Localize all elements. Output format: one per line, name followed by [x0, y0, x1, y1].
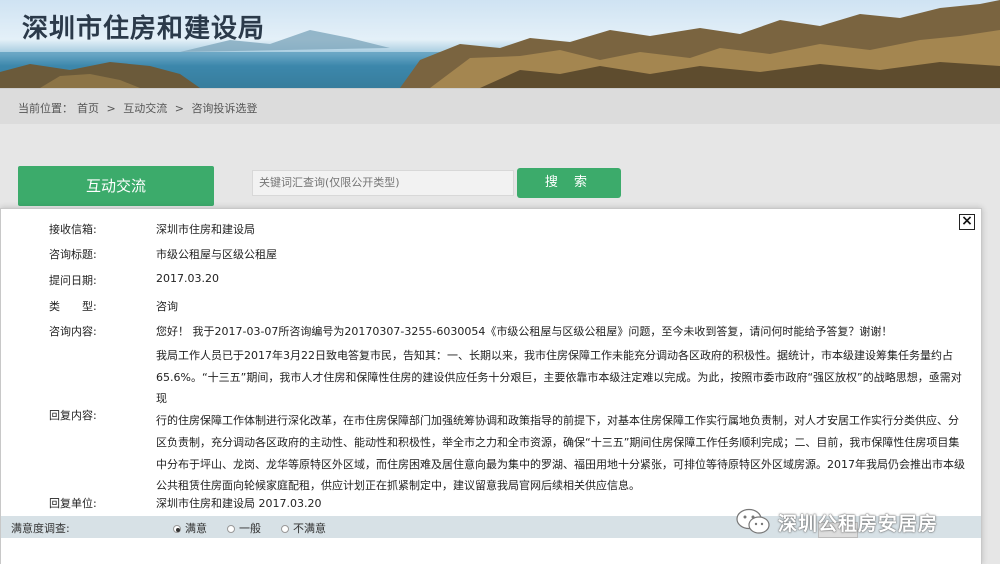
breadcrumb-home[interactable]: 首页 — [77, 102, 99, 115]
reply-line: 我局工作人员已于2017年3月22日致电答复市民，告知其：一、长期以来，我市住房… — [156, 349, 953, 362]
field-value: 深圳市住房和建设局 — [156, 223, 255, 236]
option-label: 一般 — [239, 522, 261, 535]
option-label: 满意 — [185, 522, 207, 535]
field-value: 深圳市住房和建设局 2017.03.20 — [156, 497, 322, 510]
field-label: 提问日期: — [49, 274, 97, 287]
reply-label: 回复内容: — [49, 409, 97, 422]
field-value: 咨询 — [156, 300, 178, 313]
field-value: 您好！ 我于2017-03-07所咨询编号为20170307-3255-6030… — [156, 325, 893, 338]
satisfaction-option-unsatisfied[interactable]: 不满意 — [281, 520, 326, 536]
breadcrumb-bar: 当前位置： 首页 > 互动交流 > 咨询投诉选登 — [0, 88, 1000, 124]
breadcrumb-separator: > — [174, 102, 184, 115]
breadcrumb-prefix: 当前位置： — [18, 102, 73, 115]
field-label: 回复单位: — [49, 497, 97, 510]
field-value: 市级公租屋与区级公租屋 — [156, 248, 277, 261]
breadcrumb-interaction[interactable]: 互动交流 — [123, 102, 167, 115]
option-label: 不满意 — [293, 522, 326, 535]
reply-line: 区负责制，充分调动各区政府的主动性、能动性和积极性，举全市之力和全市资源，确保“… — [156, 435, 960, 449]
reply-line: 公共租赁住房面向轮候家庭配租，供应计划正在抓紧制定中，建议留意我局官网后续相关供… — [156, 479, 640, 493]
satisfaction-option-average[interactable]: 一般 — [227, 520, 261, 536]
satisfaction-label: 满意度调查: — [11, 522, 70, 535]
reply-line: 行的住房保障工作体制进行深化改革，在市住房保障部门加强统筹协调和政策指导的前提下… — [156, 414, 959, 428]
breadcrumb-separator: > — [106, 102, 116, 115]
radio-button[interactable] — [173, 525, 181, 533]
reply-content: 我局工作人员已于2017年3月22日致电答复市民，告知其：一、长期以来，我市住房… — [156, 345, 972, 497]
search-button[interactable]: 搜 索 — [517, 168, 621, 198]
interaction-tab-button[interactable]: 互动交流 — [18, 166, 214, 206]
watermark-text: 深圳公租房安居房 — [778, 512, 939, 535]
satisfaction-option-satisfied[interactable]: 满意 — [173, 520, 207, 536]
reply-line: 中分布于坪山、龙岗、龙华等原特区外区域，而住房困难及居住意向最为集中的罗湖、福田… — [156, 457, 965, 471]
keyword-search-input[interactable] — [252, 170, 514, 196]
dialog-footer — [1, 538, 981, 564]
reply-line: 65.6%。“十三五”期间，我市人才住房和保障性住房的建设供应任务十分艰巨，主要… — [156, 370, 962, 406]
wechat-watermark: 深圳公租房安居房 — [736, 506, 938, 538]
field-label: 咨询内容: — [49, 325, 97, 338]
header-banner: 深圳市住房和建设局 — [0, 0, 1000, 88]
site-title: 深圳市住房和建设局 — [22, 14, 266, 44]
radio-button[interactable] — [227, 525, 235, 533]
close-icon[interactable]: × — [959, 214, 975, 230]
wechat-icon — [736, 508, 770, 534]
field-label: 接收信箱: — [49, 223, 97, 236]
field-value: 2017.03.20 — [156, 272, 219, 285]
breadcrumb: 当前位置： 首页 > 互动交流 > 咨询投诉选登 — [18, 100, 261, 116]
field-label: 咨询标题: — [49, 248, 97, 261]
field-label: 类 型: — [49, 300, 97, 313]
radio-button[interactable] — [281, 525, 289, 533]
breadcrumb-current: 咨询投诉选登 — [191, 102, 258, 115]
